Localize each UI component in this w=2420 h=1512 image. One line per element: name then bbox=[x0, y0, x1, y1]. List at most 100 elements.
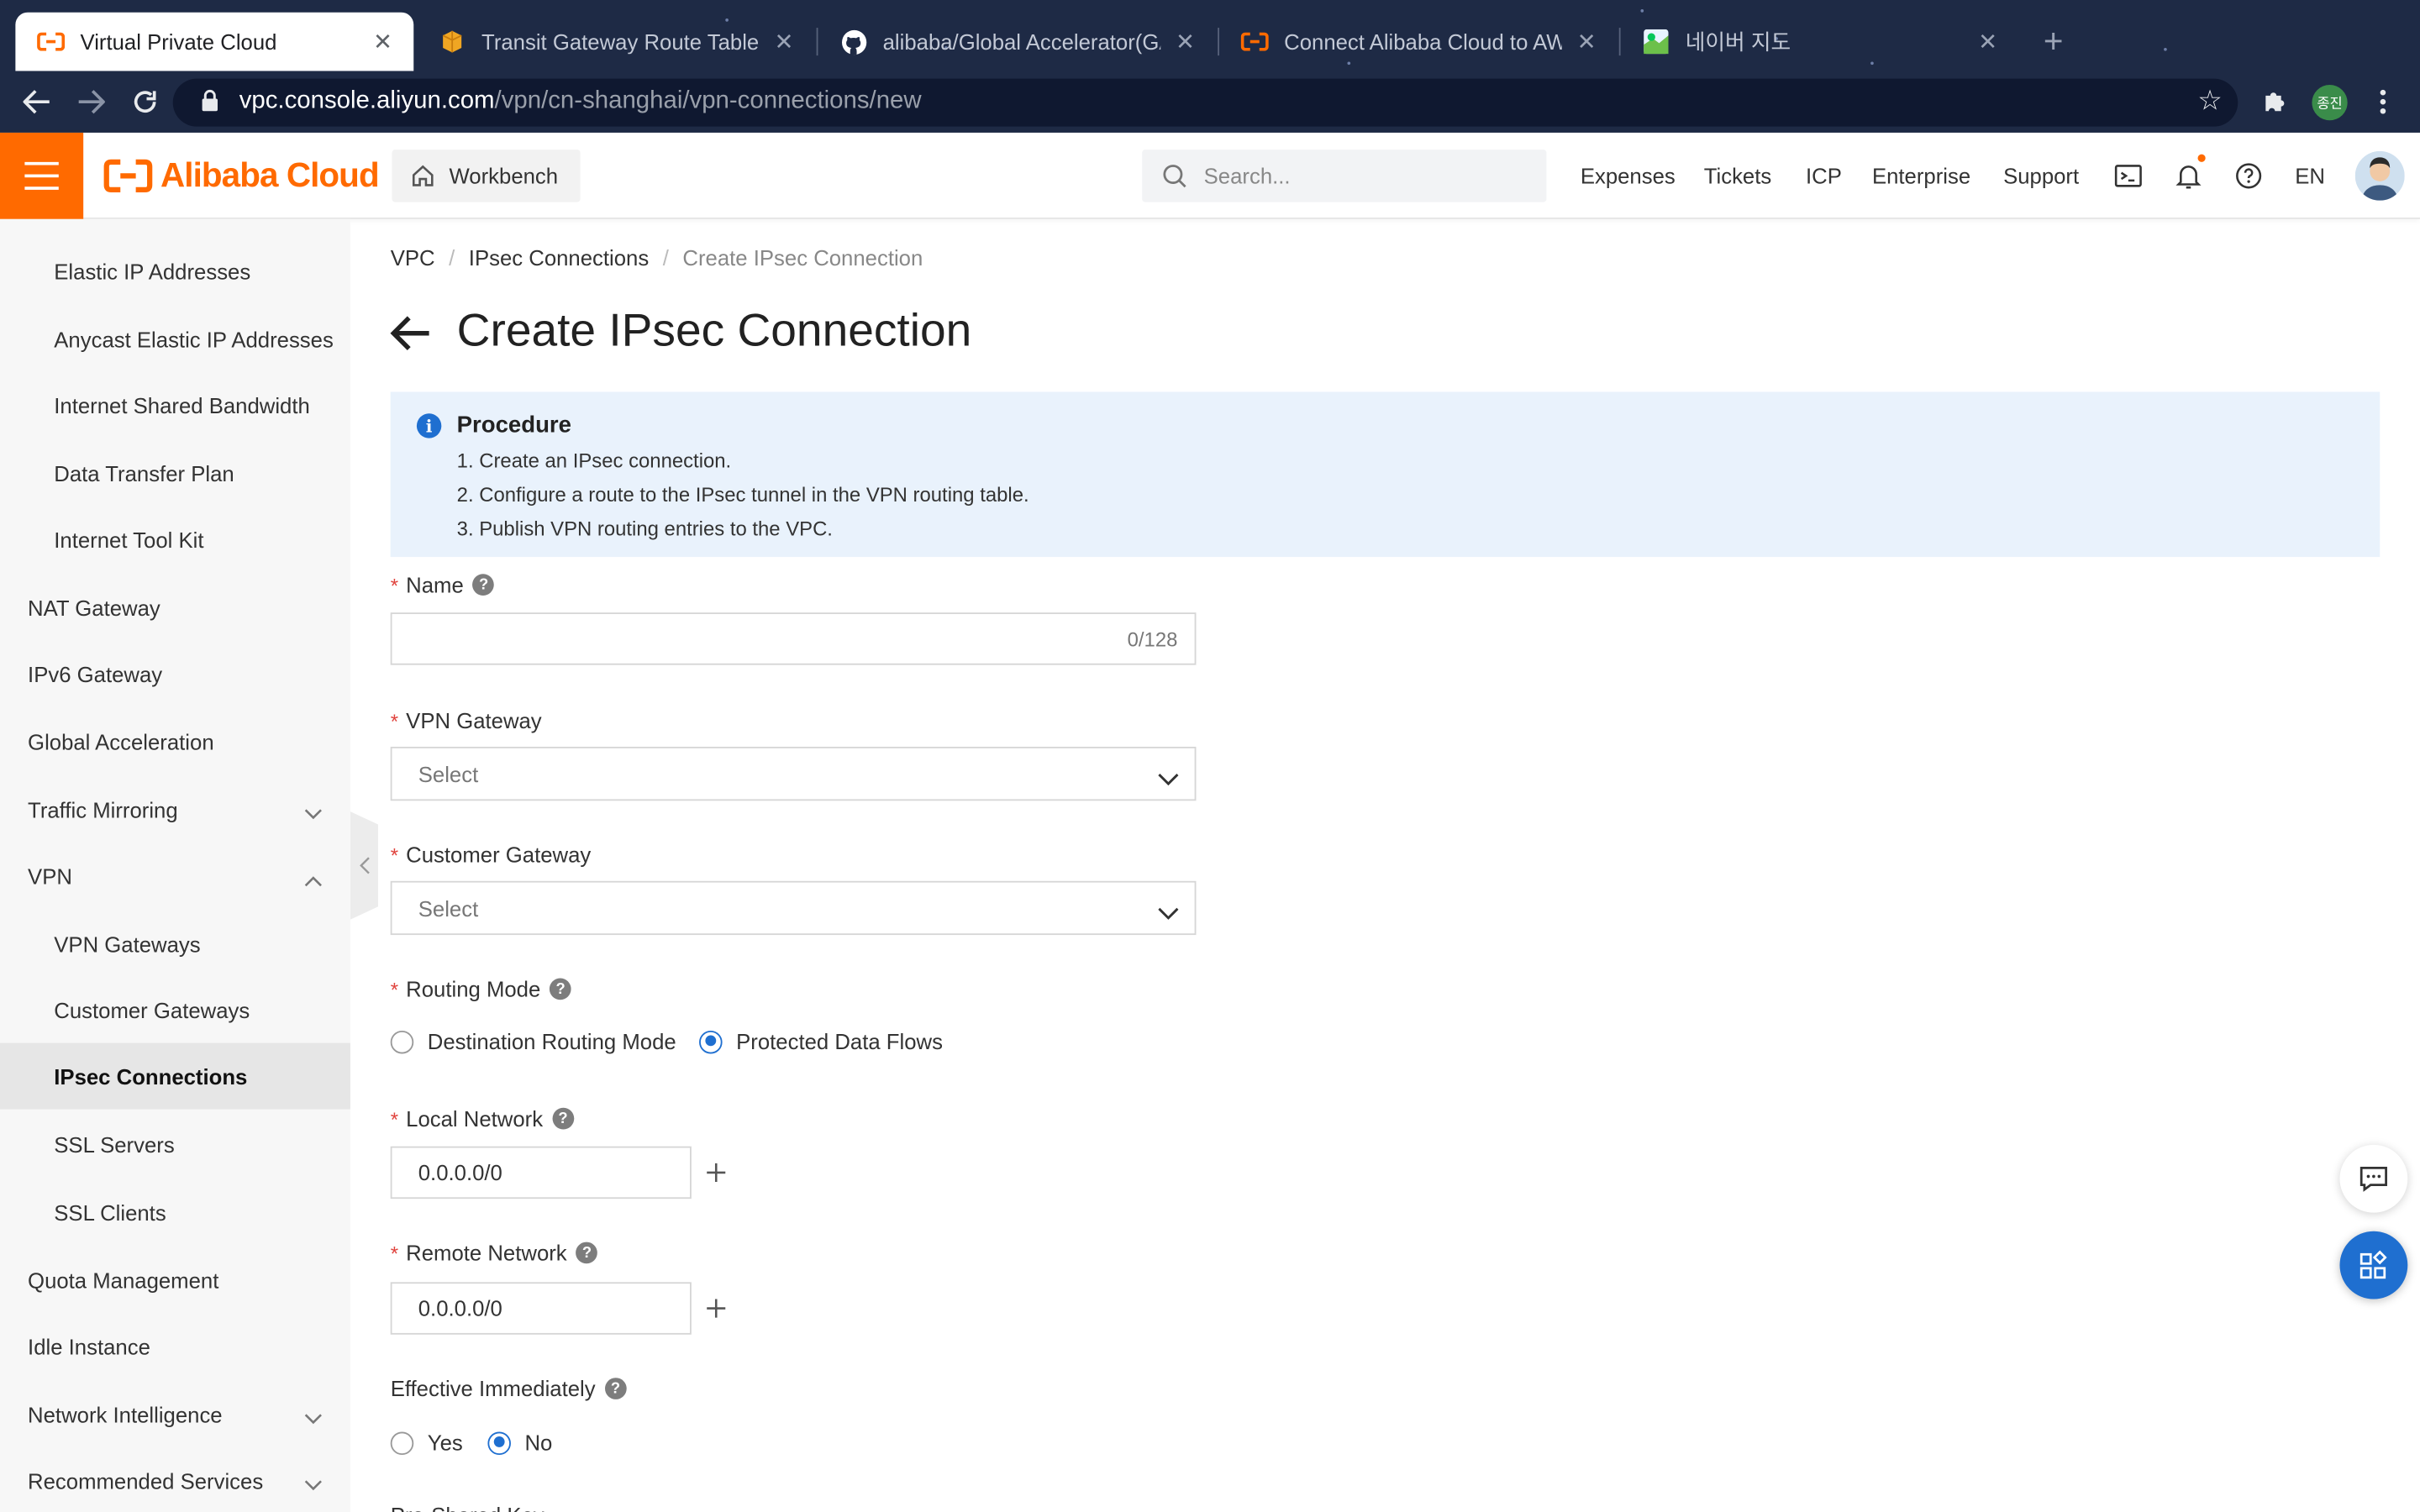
nav-tickets[interactable]: Tickets bbox=[1704, 164, 1772, 188]
breadcrumb-ipsec-connections[interactable]: IPsec Connections bbox=[469, 245, 649, 270]
sidebar-item-ipsec-connections[interactable]: IPsec Connections bbox=[0, 1042, 350, 1110]
sidebar-item-internet-shared-bandwidth[interactable]: Internet Shared Bandwidth bbox=[0, 372, 350, 438]
radio-effective-no[interactable]: No bbox=[487, 1431, 552, 1455]
vpn-gateway-label: * VPN Gateway bbox=[391, 708, 542, 732]
remote-network-input[interactable]: 0.0.0.0/0 bbox=[390, 1282, 692, 1335]
sidebar-item-data-transfer-plan[interactable]: Data Transfer Plan bbox=[0, 439, 350, 506]
alibaba-cloud-logo[interactable]: Alibaba Cloud bbox=[103, 155, 380, 197]
procedure-step: 3. Publish VPN routing entries to the VP… bbox=[456, 517, 833, 540]
sidebar-item-customer-gateways[interactable]: Customer Gateways bbox=[0, 977, 350, 1043]
tab-naver-map[interactable]: 네이버 지도 ✕ bbox=[1621, 13, 2019, 71]
chevron-down-icon bbox=[1158, 901, 1180, 920]
browser-menu-icon[interactable] bbox=[2365, 83, 2402, 120]
close-tab-icon[interactable]: ✕ bbox=[1173, 28, 1197, 55]
chat-feedback-button[interactable] bbox=[2339, 1144, 2408, 1213]
sidebar-item-label: SSL Clients bbox=[54, 1200, 166, 1225]
menu-icon[interactable] bbox=[0, 132, 84, 219]
name-label-text: Name bbox=[406, 572, 464, 597]
sidebar-item-anycast-elastic-ip-addresses[interactable]: Anycast Elastic IP Addresses bbox=[0, 306, 350, 372]
sidebar-item-idle-instance[interactable]: Idle Instance bbox=[0, 1313, 350, 1379]
close-tab-icon[interactable]: ✕ bbox=[1975, 28, 2000, 55]
reload-icon[interactable] bbox=[127, 83, 164, 120]
breadcrumb: VPC / IPsec Connections / Create IPsec C… bbox=[391, 245, 923, 270]
customer-gateway-select[interactable]: Select bbox=[390, 880, 1197, 936]
browser-profile-avatar[interactable]: 종진 bbox=[2312, 85, 2348, 121]
radio-effective-yes[interactable]: Yes bbox=[390, 1431, 463, 1455]
sidebar-item-recommended-services[interactable]: Recommended Services bbox=[0, 1447, 350, 1512]
address-bar[interactable]: vpc.console.aliyun.com/vpn/cn-shanghai/v… bbox=[172, 78, 2238, 127]
close-tab-icon[interactable]: ✕ bbox=[1574, 28, 1598, 55]
sidebar-item-vpn-gateways[interactable]: VPN Gateways bbox=[0, 911, 350, 977]
sidebar-item-global-acceleration[interactable]: Global Acceleration bbox=[0, 708, 350, 774]
tab-title: Connect Alibaba Cloud to AWS bbox=[1284, 29, 1562, 55]
sidebar-item-nat-gateway[interactable]: NAT Gateway bbox=[0, 574, 350, 640]
sidebar-item-quota-management[interactable]: Quota Management bbox=[0, 1247, 350, 1313]
sidebar-item-vpn[interactable]: VPN bbox=[0, 843, 350, 909]
help-icon[interactable]: ? bbox=[552, 1107, 574, 1130]
github-icon bbox=[839, 28, 867, 55]
tab-transit-gateway[interactable]: Transit Gateway Route Tables | ✕ bbox=[417, 13, 815, 71]
radio-circle bbox=[390, 1431, 414, 1455]
logo-text: Alibaba Cloud bbox=[160, 155, 380, 195]
nav-icp[interactable]: ICP bbox=[1806, 164, 1842, 188]
add-local-network-icon[interactable] bbox=[704, 1160, 729, 1184]
sidebar-item-elastic-ip-addresses[interactable]: Elastic IP Addresses bbox=[0, 238, 350, 304]
chevron-up-icon bbox=[304, 867, 323, 887]
tab-title: Virtual Private Cloud bbox=[80, 29, 277, 55]
sidebar-item-internet-tool-kit[interactable]: Internet Tool Kit bbox=[0, 506, 350, 572]
procedure-step: 1. Create an IPsec connection. bbox=[456, 449, 732, 473]
name-input[interactable]: 0/128 bbox=[390, 612, 1197, 665]
help-icon[interactable]: ? bbox=[604, 1378, 627, 1399]
tab-connect-alibaba-aws[interactable]: Connect Alibaba Cloud to AWS ✕ bbox=[1219, 13, 1618, 71]
sidebar-item-ssl-clients[interactable]: SSL Clients bbox=[0, 1179, 350, 1245]
local-network-input[interactable]: 0.0.0.0/0 bbox=[390, 1146, 692, 1200]
breadcrumb-vpc[interactable]: VPC bbox=[391, 245, 435, 270]
apps-quick-access-button[interactable] bbox=[2339, 1231, 2408, 1299]
notification-bell-icon[interactable] bbox=[2173, 160, 2204, 192]
nav-enterprise[interactable]: Enterprise bbox=[1872, 164, 1970, 188]
alibaba-cloud-logo-icon bbox=[103, 159, 153, 193]
add-remote-network-icon[interactable] bbox=[704, 1296, 729, 1320]
user-avatar[interactable] bbox=[2354, 151, 2405, 201]
help-icon[interactable]: ? bbox=[472, 574, 495, 596]
help-icon[interactable] bbox=[2233, 160, 2265, 192]
info-icon: i bbox=[416, 413, 442, 438]
required-asterisk: * bbox=[390, 843, 398, 867]
sidebar-item-label: Internet Shared Bandwidth bbox=[54, 392, 310, 417]
terminal-icon[interactable] bbox=[2112, 160, 2144, 192]
workbench-label: Workbench bbox=[449, 163, 559, 189]
vpn-gateway-label-text: VPN Gateway bbox=[406, 708, 542, 733]
sidebar-item-traffic-mirroring[interactable]: Traffic Mirroring bbox=[0, 776, 350, 843]
routing-mode-label: * Routing Mode ? bbox=[391, 977, 572, 1001]
sidebar-item-ipv6-gateway[interactable]: IPv6 Gateway bbox=[0, 640, 350, 706]
sidebar: Elastic IP Addresses Anycast Elastic IP … bbox=[0, 218, 350, 1512]
sidebar-item-ssl-servers[interactable]: SSL Servers bbox=[0, 1110, 350, 1177]
vpn-gateway-select[interactable]: Select bbox=[390, 746, 1197, 801]
radio-destination-routing-mode[interactable]: Destination Routing Mode bbox=[390, 1029, 676, 1054]
nav-support[interactable]: Support bbox=[2003, 164, 2079, 188]
sidebar-item-network-intelligence[interactable]: Network Intelligence bbox=[0, 1381, 350, 1447]
radio-protected-data-flows[interactable]: Protected Data Flows bbox=[699, 1029, 943, 1053]
close-tab-icon[interactable]: ✕ bbox=[771, 28, 796, 55]
search-input[interactable]: Search... bbox=[1142, 150, 1547, 202]
help-icon[interactable]: ? bbox=[550, 978, 572, 1000]
help-icon[interactable]: ? bbox=[576, 1242, 598, 1264]
nav-expenses[interactable]: Expenses bbox=[1581, 164, 1676, 188]
new-tab-icon[interactable]: + bbox=[2044, 22, 2064, 62]
extensions-puzzle-icon[interactable] bbox=[2256, 83, 2293, 120]
workbench-button[interactable]: Workbench bbox=[392, 150, 580, 202]
back-icon[interactable] bbox=[18, 83, 55, 120]
procedure-step: 2. Configure a route to the IPsec tunnel… bbox=[456, 482, 1029, 507]
forward-icon[interactable] bbox=[72, 83, 109, 120]
bookmark-star-icon[interactable]: ☆ bbox=[2197, 85, 2223, 118]
sidebar-item-label: Anycast Elastic IP Addresses bbox=[54, 326, 334, 351]
radio-label: Destination Routing Mode bbox=[427, 1029, 676, 1054]
language-switch[interactable]: EN bbox=[2295, 164, 2325, 188]
tab-github-global-accelerator[interactable]: alibaba/Global Accelerator(GA ✕ bbox=[818, 13, 1216, 71]
tab-virtual-private-cloud[interactable]: Virtual Private Cloud ✕ bbox=[15, 12, 414, 71]
sidebar-collapse-handle[interactable] bbox=[350, 811, 378, 920]
back-arrow-icon[interactable] bbox=[389, 312, 432, 354]
sidebar-item-label: VPN bbox=[28, 863, 72, 889]
url-path: /vpn/cn-shanghai/vpn-connections/new bbox=[494, 87, 922, 114]
close-tab-icon[interactable]: ✕ bbox=[371, 28, 395, 55]
